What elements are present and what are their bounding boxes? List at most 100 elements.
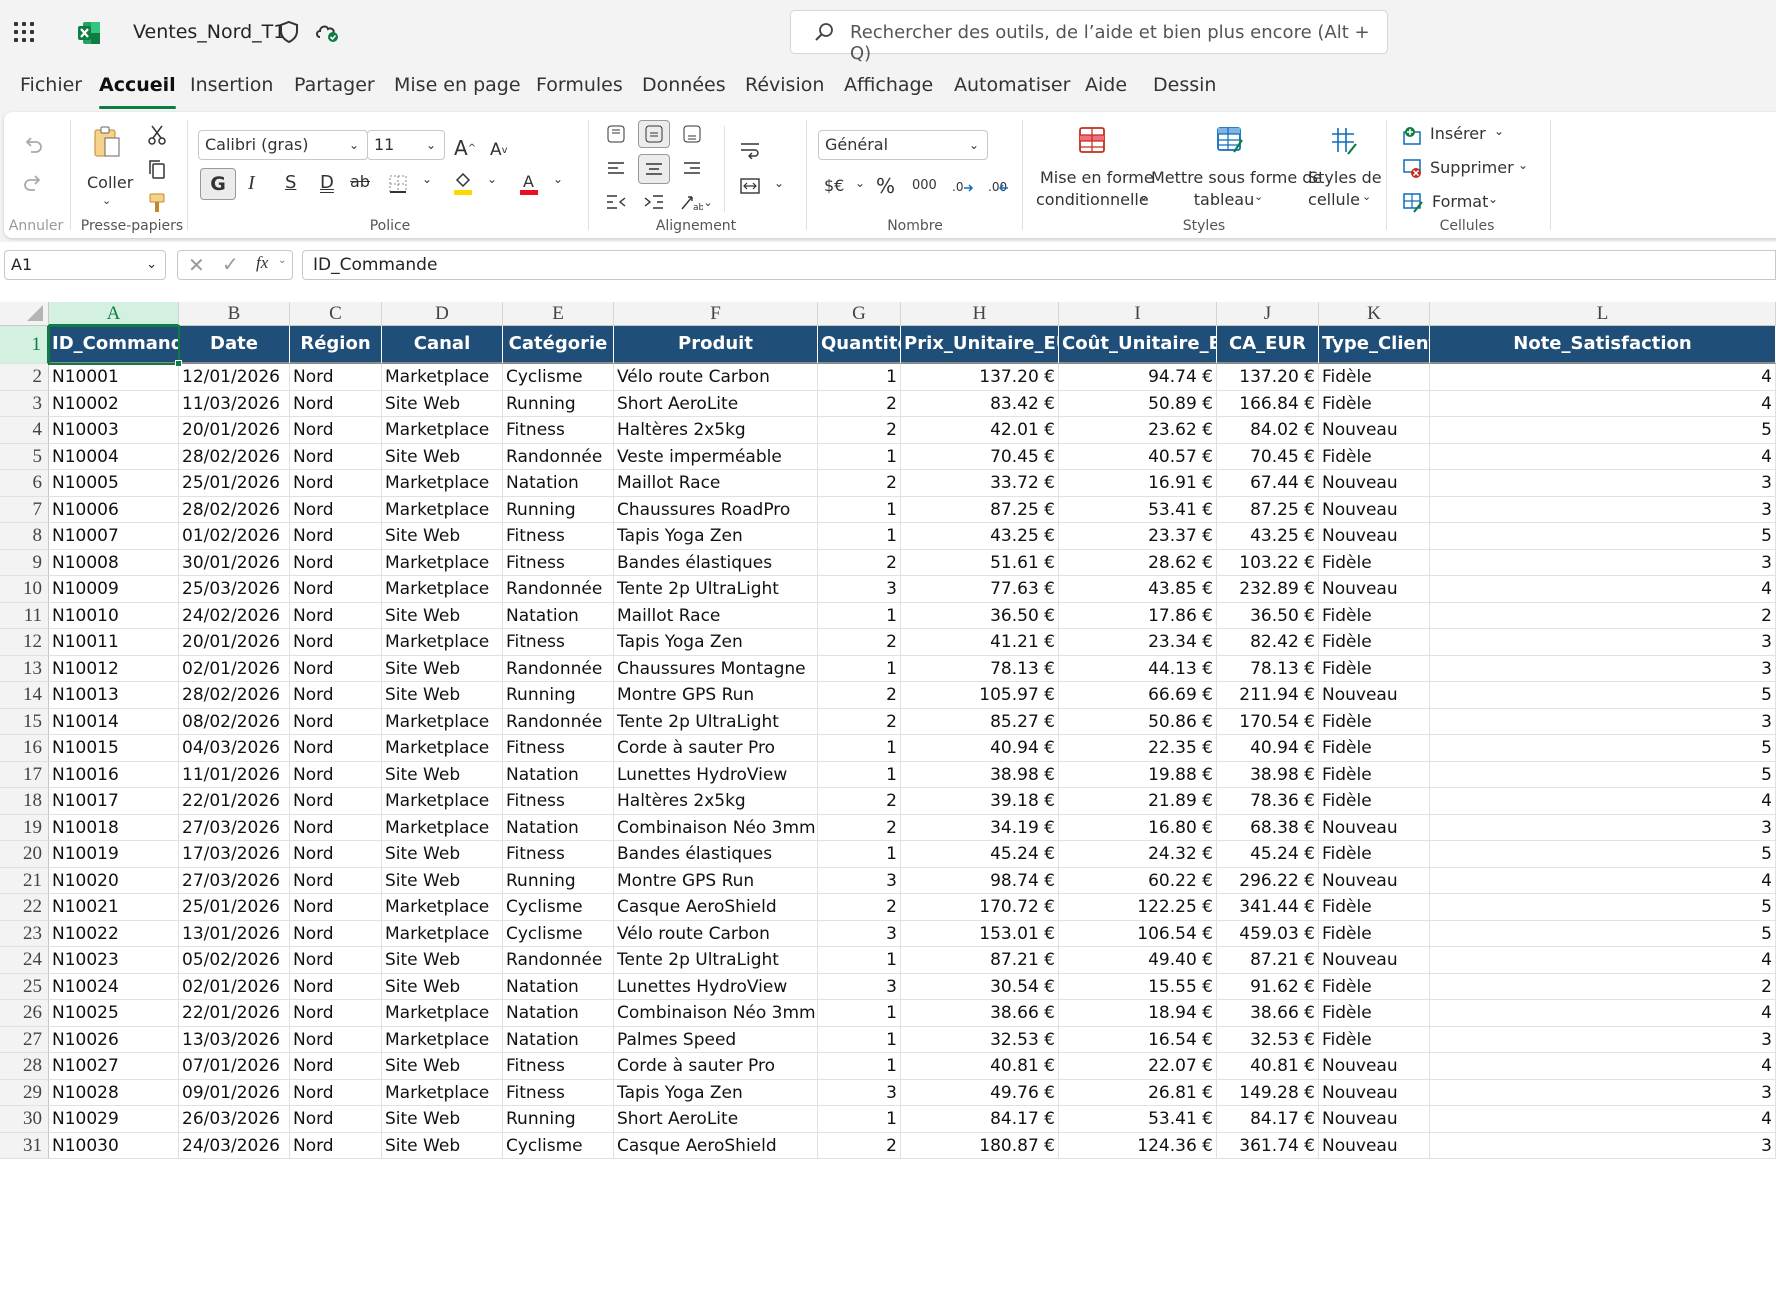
table-cell[interactable]: N10022: [49, 920, 179, 947]
cloud-saved-icon[interactable]: [314, 20, 340, 44]
insert-function-button[interactable]: fx: [256, 253, 268, 273]
table-cell[interactable]: 1: [818, 655, 901, 682]
table-cell[interactable]: 13/01/2026: [179, 920, 290, 947]
thousands-separator-button[interactable]: 000: [912, 178, 937, 193]
wrap-text-icon[interactable]: [736, 136, 764, 164]
table-cell[interactable]: Nord: [290, 549, 382, 576]
paste-chevron-icon[interactable]: ⌄: [102, 194, 111, 207]
table-cell[interactable]: 16.80 €: [1059, 814, 1217, 841]
table-cell[interactable]: 2: [818, 470, 901, 497]
formula-input[interactable]: ID_Commande: [302, 250, 1776, 280]
table-cell[interactable]: 25/03/2026: [179, 576, 290, 603]
table-cell[interactable]: Nouveau: [1319, 1053, 1430, 1080]
header-cell[interactable]: Coût_Unitaire_EUR: [1059, 326, 1217, 364]
table-cell[interactable]: Site Web: [382, 443, 503, 470]
table-cell[interactable]: 32.53 €: [1217, 1026, 1319, 1053]
table-cell[interactable]: Running: [503, 867, 614, 894]
table-cell[interactable]: Nord: [290, 1079, 382, 1106]
table-cell[interactable]: N10025: [49, 1000, 179, 1027]
table-cell[interactable]: Fidèle: [1319, 1000, 1430, 1027]
table-cell[interactable]: 04/03/2026: [179, 735, 290, 762]
table-cell[interactable]: 1: [818, 1053, 901, 1080]
table-cell[interactable]: Site Web: [382, 867, 503, 894]
table-cell[interactable]: 28/02/2026: [179, 496, 290, 523]
row-header[interactable]: 16: [0, 735, 49, 762]
table-cell[interactable]: Nord: [290, 735, 382, 762]
table-cell[interactable]: 87.25 €: [1217, 496, 1319, 523]
table-cell[interactable]: Marketplace: [382, 894, 503, 921]
header-cell[interactable]: ID_Commande: [49, 326, 179, 364]
table-cell[interactable]: Fitness: [503, 417, 614, 444]
table-cell[interactable]: 16.54 €: [1059, 1026, 1217, 1053]
cell-styles-label-1[interactable]: Styles de: [1308, 167, 1382, 188]
table-cell[interactable]: 08/02/2026: [179, 708, 290, 735]
table-cell[interactable]: 3: [818, 576, 901, 603]
table-cell[interactable]: Natation: [503, 1026, 614, 1053]
row-header[interactable]: 29: [0, 1079, 49, 1106]
table-cell[interactable]: 44.13 €: [1059, 655, 1217, 682]
tab-dessin[interactable]: Dessin: [1153, 74, 1216, 96]
table-cell[interactable]: 5: [1430, 894, 1776, 921]
table-cell[interactable]: 26.81 €: [1059, 1079, 1217, 1106]
table-cell[interactable]: Marketplace: [382, 735, 503, 762]
table-cell[interactable]: 22/01/2026: [179, 788, 290, 815]
table-cell[interactable]: Fitness: [503, 788, 614, 815]
table-cell[interactable]: Nord: [290, 470, 382, 497]
table-cell[interactable]: 149.28 €: [1217, 1079, 1319, 1106]
header-cell[interactable]: Quantité: [818, 326, 901, 364]
increase-font-icon[interactable]: A ^: [454, 136, 476, 160]
table-cell[interactable]: 84.02 €: [1217, 417, 1319, 444]
table-cell[interactable]: Lunettes HydroView: [614, 973, 818, 1000]
delete-cells-button[interactable]: Supprimer: [1430, 158, 1514, 177]
table-cell[interactable]: 124.36 €: [1059, 1132, 1217, 1159]
table-cell[interactable]: Site Web: [382, 1053, 503, 1080]
table-cell[interactable]: 2: [818, 390, 901, 417]
table-cell[interactable]: Fitness: [503, 1079, 614, 1106]
table-cell[interactable]: N10020: [49, 867, 179, 894]
table-cell[interactable]: 70.45 €: [1217, 443, 1319, 470]
table-cell[interactable]: Marketplace: [382, 576, 503, 603]
align-right-icon[interactable]: [678, 154, 706, 182]
header-cell[interactable]: Région: [290, 326, 382, 364]
table-cell[interactable]: 16.91 €: [1059, 470, 1217, 497]
table-cell[interactable]: Nouveau: [1319, 1079, 1430, 1106]
table-cell[interactable]: 2: [818, 682, 901, 709]
column-header-h[interactable]: H: [901, 302, 1059, 326]
table-cell[interactable]: Chaussures RoadPro: [614, 496, 818, 523]
tab-formules[interactable]: Formules: [536, 74, 623, 96]
row-header[interactable]: 20: [0, 841, 49, 868]
table-cell[interactable]: Cyclisme: [503, 894, 614, 921]
table-cell[interactable]: N10018: [49, 814, 179, 841]
column-header-b[interactable]: B: [179, 302, 290, 326]
header-cell[interactable]: CA_EUR: [1217, 326, 1319, 364]
table-cell[interactable]: Fidèle: [1319, 841, 1430, 868]
decrease-indent-icon[interactable]: [602, 188, 630, 216]
table-cell[interactable]: Site Web: [382, 682, 503, 709]
table-cell[interactable]: 25/01/2026: [179, 894, 290, 921]
table-cell[interactable]: 3: [1430, 814, 1776, 841]
table-cell[interactable]: 2: [818, 1132, 901, 1159]
font-color-chevron-icon[interactable]: ⌄: [553, 172, 563, 186]
table-cell[interactable]: 12/01/2026: [179, 364, 290, 391]
table-cell[interactable]: Randonnée: [503, 947, 614, 974]
conditional-format-label-1[interactable]: Mise en forme: [1040, 167, 1154, 188]
table-cell[interactable]: 22.07 €: [1059, 1053, 1217, 1080]
format-cells-button[interactable]: Format: [1432, 192, 1488, 211]
table-cell[interactable]: Site Web: [382, 973, 503, 1000]
table-cell[interactable]: Nord: [290, 602, 382, 629]
paste-icon[interactable]: [92, 124, 122, 160]
table-cell[interactable]: 28/02/2026: [179, 443, 290, 470]
table-cell[interactable]: N10005: [49, 470, 179, 497]
table-cell[interactable]: 2: [818, 788, 901, 815]
table-cell[interactable]: Tente 2p UltraLight: [614, 947, 818, 974]
table-cell[interactable]: Nord: [290, 655, 382, 682]
table-cell[interactable]: Nord: [290, 364, 382, 391]
table-cell[interactable]: N10016: [49, 761, 179, 788]
table-cell[interactable]: N10017: [49, 788, 179, 815]
table-cell[interactable]: 98.74 €: [901, 867, 1059, 894]
row-header[interactable]: 30: [0, 1106, 49, 1133]
app-launcher-icon[interactable]: [14, 22, 36, 44]
header-cell[interactable]: Type_Client: [1319, 326, 1430, 364]
table-cell[interactable]: Veste imperméable: [614, 443, 818, 470]
font-color-icon[interactable]: A: [518, 170, 540, 196]
